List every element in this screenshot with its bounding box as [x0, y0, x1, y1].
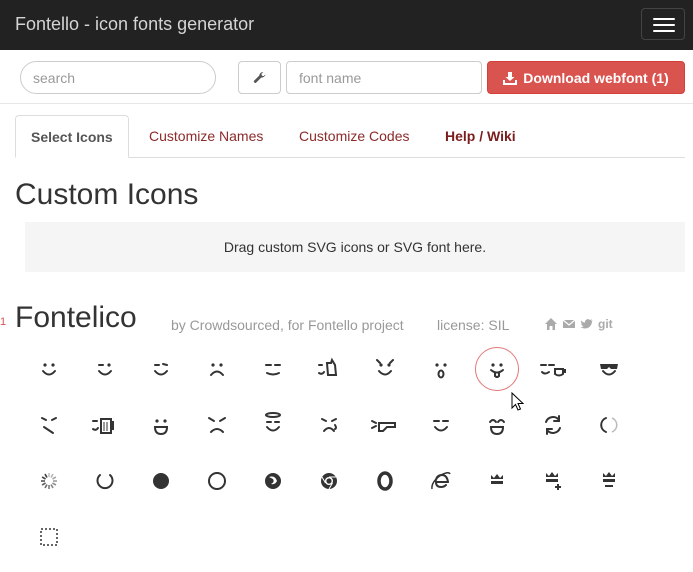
icon-cell-emo-squint[interactable] [419, 403, 463, 447]
icon-cell-emo-devil[interactable] [363, 347, 407, 391]
icon-cell-spin4[interactable] [83, 459, 127, 503]
download-webfont-button[interactable]: Download webfont (1) [487, 61, 685, 94]
custom-icons-dropzone[interactable]: Drag custom SVG icons or SVG font here. [25, 222, 685, 272]
tab-bar: Select Icons Customize Names Customize C… [15, 115, 685, 158]
emo-laugh-icon [489, 419, 505, 436]
icon-cell-emo-sunglasses[interactable] [587, 347, 631, 391]
emo-beer-icon [92, 418, 114, 434]
emo-displeased-icon [41, 417, 57, 434]
menu-toggle-button[interactable] [641, 8, 685, 40]
icon-cell-emo-tongue[interactable] [475, 347, 519, 391]
selected-count-marker: 1 [0, 316, 7, 328]
tab-select-icons[interactable]: Select Icons [15, 115, 129, 158]
font-name-input[interactable] [286, 61, 482, 94]
font-set-title: Fontelico [15, 301, 137, 334]
spin2-icon [600, 417, 618, 433]
emo-sunglasses-icon [600, 364, 618, 376]
emo-surprised-icon [435, 363, 447, 379]
icon-cell-spin2[interactable] [587, 403, 631, 447]
download-icon [503, 71, 518, 85]
icon-cell-spin5[interactable] [139, 459, 183, 503]
spin5-icon [153, 473, 169, 489]
emo-saint-icon [265, 412, 281, 432]
icon-cell-emo-coffee[interactable] [531, 347, 575, 391]
emo-angry-icon [208, 417, 226, 433]
icon-cell-emo-wink2[interactable] [139, 347, 183, 391]
firefox-icon [265, 473, 281, 489]
emo-shoot-icon [371, 420, 396, 432]
hamburger-bar [653, 30, 675, 32]
chrome-icon [321, 473, 337, 490]
spin6-icon [208, 472, 226, 490]
icon-cell-emo-displeased[interactable] [27, 403, 71, 447]
emo-unhappy-icon [210, 363, 224, 376]
crown-plus-icon [546, 472, 561, 490]
icon-cell-emo-happy[interactable] [27, 347, 71, 391]
hamburger-bar [653, 24, 675, 26]
icon-cell-emo-cry[interactable] [307, 403, 351, 447]
icon-cell-emo-sleep[interactable] [251, 347, 295, 391]
font-set-links: git [544, 316, 613, 332]
emo-tongue-icon [490, 363, 504, 378]
icon-cell-crown-plus[interactable] [531, 459, 575, 503]
ie-icon [431, 471, 451, 490]
mail-icon[interactable] [562, 317, 576, 331]
app-title[interactable]: Fontello - icon fonts generator [15, 14, 254, 35]
tab-help-wiki[interactable]: Help / Wiki [430, 115, 531, 157]
icon-cell-firefox[interactable] [251, 459, 295, 503]
tab-customize-codes[interactable]: Customize Codes [284, 115, 425, 157]
git-link[interactable]: git [598, 317, 613, 331]
icon-cell-emo-unhappy[interactable] [195, 347, 239, 391]
icon-cell-emo-thumbsup[interactable] [307, 347, 351, 391]
icon-cell-opera[interactable] [363, 459, 407, 503]
icon-cell-emo-angry[interactable] [195, 403, 239, 447]
wrench-icon [253, 71, 266, 83]
navbar: Fontello - icon fonts generator [0, 0, 693, 50]
emo-sleep-icon [265, 364, 281, 376]
emo-thumbsup-icon [318, 357, 338, 376]
icon-cell-emo-wink[interactable] [83, 347, 127, 391]
icon-cell-emo-shoot[interactable] [363, 403, 407, 447]
emo-cry-icon [321, 418, 337, 432]
icon-cell-emo-grin[interactable] [139, 403, 183, 447]
marquee-icon [40, 528, 58, 546]
icon-cell-spin1[interactable] [531, 403, 575, 447]
icon-cell-marquee[interactable] [27, 515, 71, 559]
font-set-author: by Crowdsourced, for Fontello project [171, 317, 404, 333]
emo-coffee-icon [540, 364, 566, 377]
opera-icon [377, 471, 393, 491]
emo-happy-icon [42, 363, 56, 376]
icon-cell-crown[interactable] [475, 459, 519, 503]
crown-icon [491, 474, 503, 484]
icon-cell-ie[interactable] [419, 459, 463, 503]
icon-cell-crown-minus[interactable] [587, 459, 631, 503]
spin1-icon [545, 415, 561, 435]
mouse-cursor [511, 392, 525, 411]
icon-cell-emo-saint[interactable] [251, 403, 295, 447]
download-label: Download webfont (1) [523, 69, 669, 86]
settings-button[interactable] [238, 61, 281, 94]
font-set-license[interactable]: license: SIL [437, 317, 509, 333]
icon-cell-emo-surprised[interactable] [419, 347, 463, 391]
hamburger-menu-icon [653, 18, 675, 20]
search-input[interactable] [20, 61, 216, 94]
tab-customize-names[interactable]: Customize Names [134, 115, 278, 157]
emo-wink2-icon [154, 363, 168, 376]
icon-cell-emo-beer[interactable] [83, 403, 127, 447]
emo-grin-icon [153, 419, 169, 436]
twitter-icon[interactable] [580, 317, 594, 331]
emo-squint-icon [433, 420, 449, 432]
emo-wink-icon [98, 363, 112, 376]
home-icon[interactable] [544, 317, 558, 331]
icon-cell-spin3[interactable] [27, 459, 71, 503]
custom-icons-heading: Custom Icons [15, 178, 199, 211]
spin4-icon [96, 474, 114, 490]
icon-cell-chrome[interactable] [307, 459, 351, 503]
crown-minus-icon [603, 472, 615, 487]
emo-devil-icon [376, 359, 394, 376]
spin3-icon [41, 473, 57, 489]
icon-cell-spin6[interactable] [195, 459, 239, 503]
